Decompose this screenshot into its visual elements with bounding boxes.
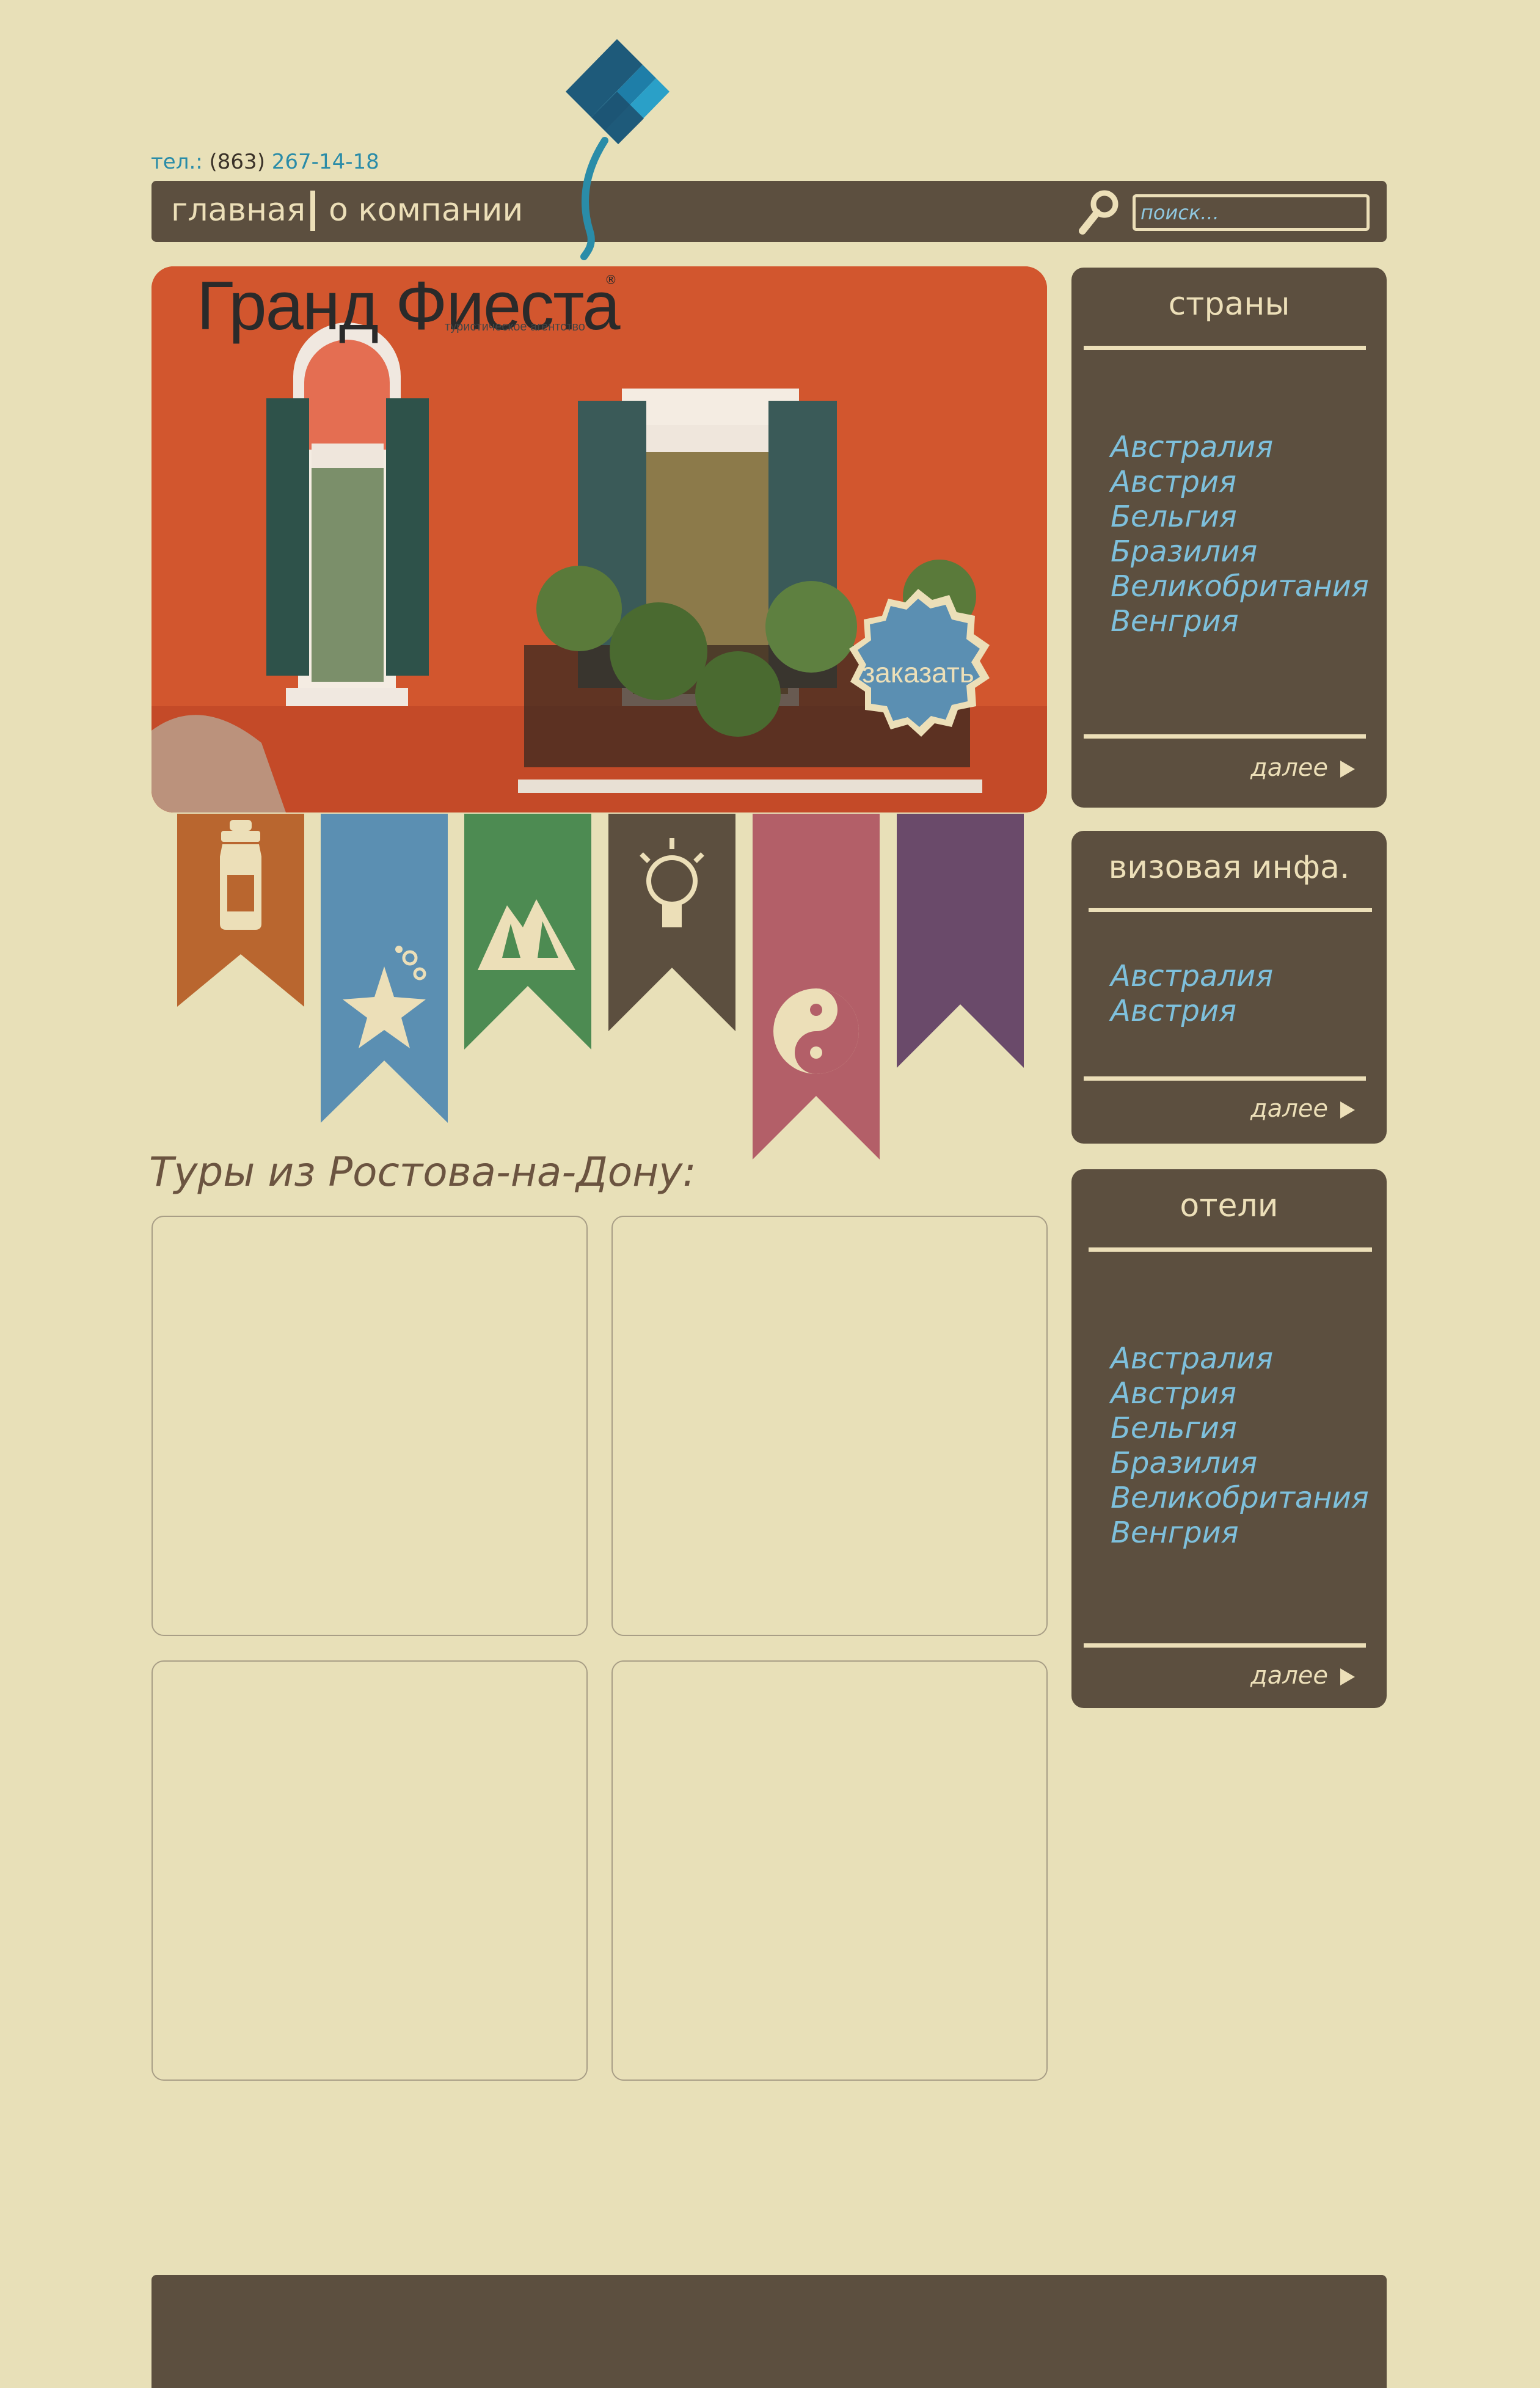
- yin-yang-icon: [773, 988, 859, 1074]
- logo-icon: [538, 37, 696, 293]
- visa-title: визовая инфа.: [1108, 849, 1350, 886]
- nav-bar: главная о компании: [151, 181, 1387, 242]
- search-box: [1133, 194, 1370, 231]
- panel-divider: [1089, 908, 1372, 912]
- nav-item-about[interactable]: о компании: [329, 192, 523, 228]
- list-item[interactable]: Австралия: [1111, 1342, 1369, 1376]
- phone-label: тел.:: [151, 150, 203, 174]
- hotels-title: отели: [1180, 1188, 1279, 1224]
- list-item[interactable]: Бельгия: [1111, 500, 1369, 535]
- ribbon-ideas[interactable]: [608, 814, 735, 1036]
- hotels-panel: отели Австралия Австрия Бельгия Бразилия…: [1071, 1169, 1387, 1708]
- panel-divider: [1084, 1643, 1366, 1648]
- panel-divider: [1084, 1076, 1366, 1081]
- nav-divider: [310, 191, 315, 231]
- order-button[interactable]: заказать: [823, 584, 1013, 773]
- hero-banner: Гранд Фиеста ® туристическое агентство з…: [151, 266, 1047, 812]
- play-arrow-icon: [1340, 1101, 1355, 1119]
- hotels-list: Австралия Австрия Бельгия Бразилия Велик…: [1111, 1342, 1369, 1550]
- phone-number: тел.: (863) 267-14-18: [151, 150, 379, 174]
- play-arrow-icon: [1340, 1668, 1355, 1685]
- list-item[interactable]: Венгрия: [1111, 604, 1369, 639]
- ribbon-mountains[interactable]: [464, 814, 591, 1054]
- nav-item-home[interactable]: главная: [171, 192, 305, 228]
- panel-divider: [1084, 734, 1366, 739]
- list-item[interactable]: Бельгия: [1111, 1411, 1369, 1446]
- list-item[interactable]: Бразилия: [1111, 535, 1369, 569]
- ribbon-baby[interactable]: [177, 814, 304, 1012]
- ribbon-harmony[interactable]: [753, 814, 880, 1164]
- play-arrow-icon: [1340, 761, 1355, 778]
- order-label: заказать: [862, 657, 974, 688]
- list-item[interactable]: Австрия: [1111, 994, 1273, 1029]
- list-item[interactable]: Австралия: [1111, 959, 1273, 994]
- more-label: далее: [1250, 1095, 1328, 1123]
- list-item[interactable]: Бразилия: [1111, 1446, 1369, 1481]
- phone-digits: 267-14-18: [271, 150, 379, 174]
- tour-card[interactable]: [611, 1216, 1048, 1636]
- list-item[interactable]: Австрия: [1111, 1376, 1369, 1411]
- panel-divider: [1084, 346, 1366, 350]
- list-item[interactable]: Великобритания: [1111, 569, 1369, 604]
- countries-panel: страны Австралия Австрия Бельгия Бразили…: [1071, 268, 1387, 808]
- search-input[interactable]: [1139, 200, 1362, 225]
- visa-panel: визовая инфа. Австралия Австрия далее: [1071, 831, 1387, 1144]
- ribbon-culture[interactable]: [897, 814, 1024, 1073]
- list-item[interactable]: Венгрия: [1111, 1516, 1369, 1550]
- brand-registered-mark: ®: [605, 272, 617, 287]
- tour-card[interactable]: [151, 1216, 588, 1636]
- brand-tagline: туристическое агентство: [445, 320, 585, 334]
- visa-list: Австралия Австрия: [1111, 959, 1273, 1029]
- tour-card[interactable]: [151, 1660, 588, 2081]
- list-item[interactable]: Великобритания: [1111, 1481, 1369, 1516]
- ribbon-sea[interactable]: [321, 814, 448, 1128]
- tours-heading: Туры из Ростова-на-Дону:: [149, 1148, 696, 1196]
- list-item[interactable]: Австралия: [1111, 430, 1369, 465]
- countries-title: страны: [1168, 286, 1290, 323]
- phone-code: (863): [209, 150, 265, 174]
- more-link[interactable]: далее: [1250, 1662, 1355, 1690]
- more-link[interactable]: далее: [1250, 754, 1355, 782]
- tour-card[interactable]: [611, 1660, 1048, 2081]
- list-item[interactable]: Австрия: [1111, 465, 1369, 500]
- more-label: далее: [1250, 1662, 1328, 1690]
- more-label: далее: [1250, 754, 1328, 782]
- footer: [151, 2275, 1387, 2388]
- search-icon[interactable]: [1074, 187, 1123, 236]
- countries-list: Австралия Австрия Бельгия Бразилия Велик…: [1111, 430, 1369, 639]
- more-link[interactable]: далее: [1250, 1095, 1355, 1123]
- panel-divider: [1089, 1247, 1372, 1252]
